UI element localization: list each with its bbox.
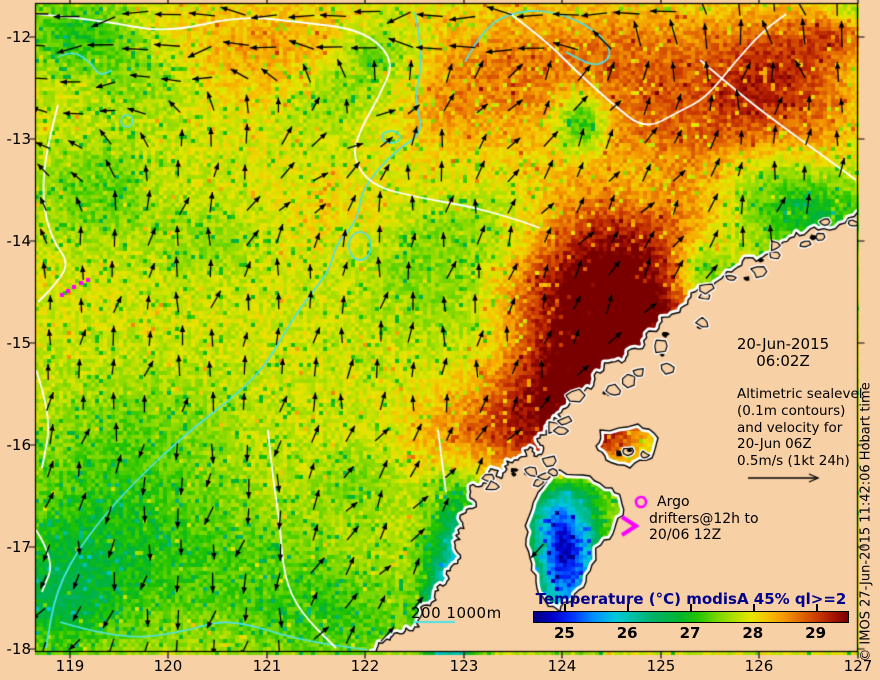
lat-tick-label: -15 [6,334,32,352]
drifters-line: drifters@12h to [649,511,759,527]
altimetric-line: (0.1m contours) [737,402,846,419]
argo-legend-label: Argo [657,494,690,510]
lon-tick-label: 125 [646,657,676,675]
temperature-colorbar: Temperature (°C) modisA 45% ql>=2 25 26 27… [533,590,849,643]
lon-tick-label: 119 [55,657,85,675]
lat-tick-label: -12 [6,28,32,46]
drifters-legend-label: drifters@12h to 20/06 12Z [649,511,759,543]
colorbar-gradient [533,611,849,623]
colorbar-tick-label: 25 [553,624,575,642]
lon-tick-label: 123 [449,657,479,675]
colorbar-tick [815,604,818,611]
lat-tick-label: -14 [6,232,32,250]
altimetric-note: Altimetric sealevel (0.1m contours) and … [737,386,863,470]
datetime-annotation: 20-Jun-2015 06:02Z [731,336,835,370]
colorbar-tick-label: 28 [742,624,764,642]
colorbar-tick [752,604,755,611]
lon-tick-label: 122 [350,657,380,675]
datetime-time: 06:02Z [756,352,810,370]
lat-tick-label: -18 [6,640,32,658]
sst-map-figure: 119 120 121 122 123 124 125 126 127 -12 -13 -14 -15… [0,0,880,680]
lon-tick-label: 121 [252,657,282,675]
copyright-vertical-text: © IMOS 27-Jun-2015 11:42:06 Hobart time [858,382,874,662]
lat-tick-label: -16 [6,436,32,454]
colorbar-tick [627,604,630,611]
lat-tick-label: -13 [6,130,32,148]
argo-marker-icon [634,495,648,509]
altimetric-line: Altimetric sealevel [737,386,863,402]
lon-tick-label: 126 [744,657,774,675]
isobath-legend-label: 200 1000m [411,604,502,622]
colorbar-tick-label: 26 [616,624,638,642]
altimetric-line: and velocity for [737,419,843,436]
lon-tick-label: 124 [547,657,577,675]
colorbar-tick-label: 27 [679,624,701,642]
altimetric-line: 20-Jun 06Z [737,436,812,453]
colorbar-tick-label: 29 [805,624,827,642]
colorbar-tick [690,604,692,611]
altimetric-line: 0.5m/s (1kt 24h) [737,453,850,470]
drifters-line: 20/06 12Z [649,526,722,543]
lon-tick-label: 120 [153,657,183,675]
drifter-marker-icon [619,515,633,529]
datetime-date: 20-Jun-2015 [736,335,830,353]
lat-tick-label: -17 [6,538,32,556]
colorbar-tick [564,604,567,611]
